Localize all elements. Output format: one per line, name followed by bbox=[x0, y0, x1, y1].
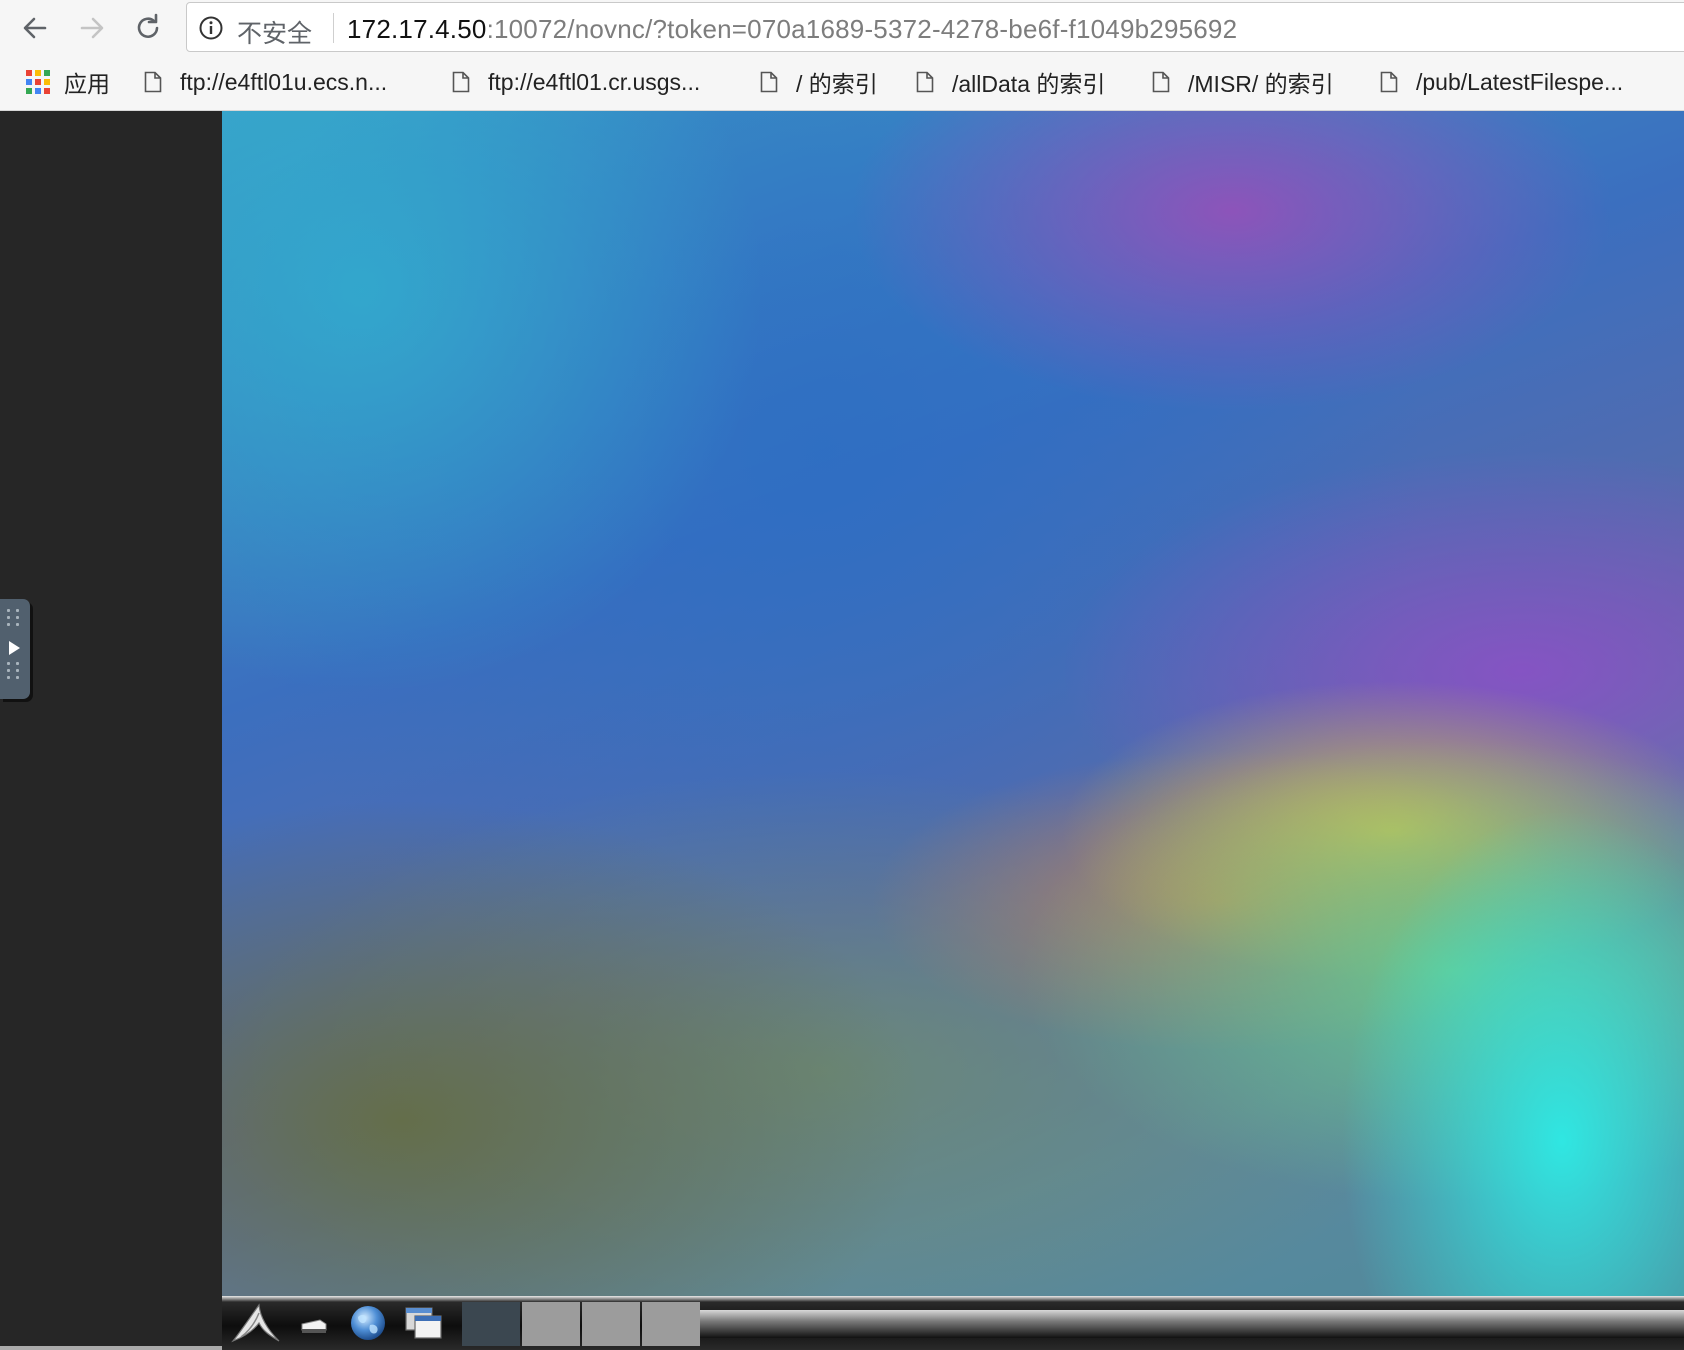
back-button[interactable] bbox=[15, 8, 55, 48]
remote-desktop-wallpaper[interactable] bbox=[222, 111, 1684, 1296]
apps-grid-dot bbox=[35, 88, 41, 94]
page-icon bbox=[760, 71, 778, 93]
bookmark-item[interactable]: ftp://e4ftl01.cr.usgs... bbox=[452, 64, 700, 100]
bookmark-item[interactable]: / 的索引 bbox=[760, 64, 878, 100]
apps-grid-dot bbox=[26, 70, 32, 76]
grip-dot bbox=[7, 676, 10, 679]
address-bar[interactable]: 不安全 172.17.4.50:10072/novnc/?token=070a1… bbox=[186, 2, 1684, 52]
grip-dot bbox=[16, 623, 19, 626]
desktop-pager-4[interactable] bbox=[642, 1302, 700, 1346]
grip-dot bbox=[16, 669, 19, 672]
apps-grid-dot bbox=[44, 79, 50, 85]
bookmark-label: 应用 bbox=[64, 71, 110, 97]
forward-arrow-icon bbox=[80, 17, 104, 39]
bookmark-item[interactable]: /allData 的索引 bbox=[916, 64, 1105, 100]
desktop-pager-1[interactable] bbox=[462, 1302, 520, 1346]
url-host: 172.17.4.50 bbox=[347, 14, 487, 44]
page-icon bbox=[144, 71, 162, 93]
grip-dot bbox=[16, 662, 19, 665]
info-icon[interactable] bbox=[199, 16, 223, 40]
apps-grid-dot bbox=[35, 70, 41, 76]
bottom-edge bbox=[0, 1346, 222, 1350]
novnc-control-bar-handle[interactable] bbox=[0, 599, 30, 699]
bookmark-item[interactable]: /pub/LatestFilespe... bbox=[1380, 64, 1623, 100]
forward-button[interactable] bbox=[72, 8, 112, 48]
url-path: :10072/novnc/?token=070a1689-5372-4278-b… bbox=[486, 14, 1238, 44]
grip-dot bbox=[16, 609, 19, 612]
grip-dot bbox=[16, 616, 19, 619]
bookmark-item[interactable]: ftp://e4ftl01u.ecs.n... bbox=[144, 64, 387, 100]
apps-grid-dot bbox=[26, 88, 32, 94]
bookmark-label: /allData 的索引 bbox=[952, 71, 1106, 97]
grip-dot bbox=[7, 662, 10, 665]
page-icon bbox=[1380, 71, 1398, 93]
address-divider bbox=[333, 13, 334, 43]
page-icon bbox=[916, 71, 934, 93]
grip-dot bbox=[7, 616, 10, 619]
web-browser-icon[interactable] bbox=[346, 1301, 390, 1345]
lxde-taskbar bbox=[222, 1296, 1684, 1350]
bookmark-label: /pub/LatestFilespe... bbox=[1416, 68, 1624, 95]
desktop-pager-3[interactable] bbox=[582, 1302, 640, 1346]
apps-grid-dot bbox=[44, 88, 50, 94]
grip-dot bbox=[7, 669, 10, 672]
apps-grid-dot bbox=[35, 79, 41, 85]
apps-grid-icon bbox=[26, 70, 50, 94]
security-label: 不安全 bbox=[237, 20, 313, 48]
apps-grid-dot bbox=[26, 79, 32, 85]
bookmark-label: ftp://e4ftl01u.ecs.n... bbox=[180, 68, 388, 95]
bookmark-label: /MISR/ 的索引 bbox=[1188, 71, 1334, 97]
reload-icon bbox=[137, 13, 159, 38]
bookmark-label: ftp://e4ftl01.cr.usgs... bbox=[488, 68, 701, 95]
page-icon bbox=[452, 71, 470, 93]
page-icon bbox=[1152, 71, 1170, 93]
url-text[interactable]: 172.17.4.50:10072/novnc/?token=070a1689-… bbox=[347, 14, 1237, 45]
lxde-logo-icon[interactable] bbox=[228, 1301, 284, 1345]
window-switch-icon[interactable] bbox=[400, 1301, 446, 1345]
grip-dot bbox=[7, 623, 10, 626]
bookmark-label: / 的索引 bbox=[796, 71, 878, 97]
back-arrow-icon bbox=[23, 17, 47, 39]
desktop-pager-2[interactable] bbox=[522, 1302, 580, 1346]
bookmark-item[interactable]: /MISR/ 的索引 bbox=[1152, 64, 1334, 100]
grip-dot bbox=[16, 676, 19, 679]
grip-dot bbox=[7, 609, 10, 612]
minimize-all-icon[interactable] bbox=[292, 1301, 336, 1345]
novnc-sidebar bbox=[0, 111, 222, 1350]
bookmark-apps[interactable]: 应用 bbox=[26, 64, 110, 100]
expand-arrow-icon bbox=[9, 641, 20, 655]
browser-toolbar: 不安全 172.17.4.50:10072/novnc/?token=070a1… bbox=[0, 0, 1684, 56]
apps-grid-dot bbox=[44, 70, 50, 76]
taskbar-window-list[interactable] bbox=[700, 1310, 1684, 1338]
grip-dots-icon bbox=[7, 662, 23, 679]
reload-button[interactable] bbox=[128, 8, 168, 48]
grip-dots-icon bbox=[7, 609, 23, 626]
bookmarks-bar: 应用 ftp://e4ftl01u.ecs.n... ftp://e4ftl01… bbox=[0, 56, 1684, 111]
